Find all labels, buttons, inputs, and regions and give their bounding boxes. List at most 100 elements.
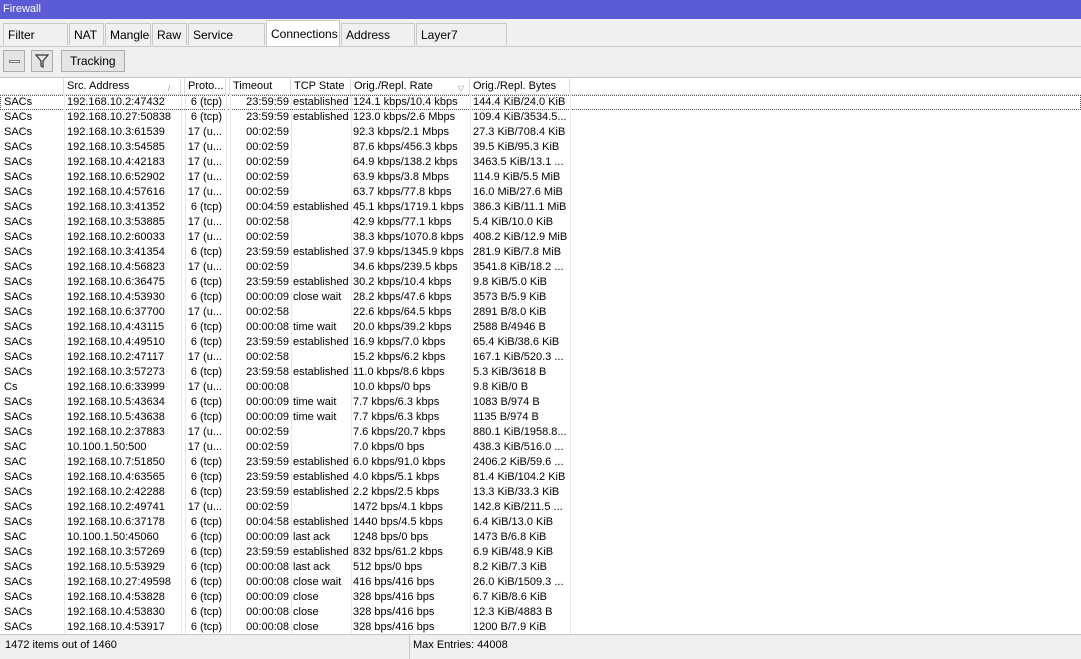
column-separator: [470, 425, 471, 440]
table-row[interactable]: SACs 192.168.10.2:60033 17 (u... 00:02:59 38…: [0, 230, 1081, 245]
column-separator: [64, 155, 65, 170]
filter-button[interactable]: [31, 50, 53, 72]
table-row[interactable]: SACs 192.168.10.3:57273 6 (tcp) 23:59:58 est…: [0, 365, 1081, 380]
table-row[interactable]: SACs 192.168.10.6:37178 6 (tcp) 00:04:58 est…: [0, 515, 1081, 530]
table-row[interactable]: SACs 192.168.10.2:49741 17 (u... 00:02:59 14…: [0, 500, 1081, 515]
column-separator: [226, 455, 227, 470]
cell-timeout: 00:02:59: [246, 186, 289, 198]
table-row[interactable]: SACs 192.168.10.4:42183 17 (u... 00:02:59 64…: [0, 155, 1081, 170]
tab-nat[interactable]: NAT: [69, 23, 104, 45]
column-separator: [470, 560, 471, 575]
table-row[interactable]: SACs 192.168.10.6:36475 6 (tcp) 23:59:59 est…: [0, 275, 1081, 290]
table-row[interactable]: SACs 192.168.10.5:43638 6 (tcp) 00:00:09 tim…: [0, 410, 1081, 425]
table-row[interactable]: SACs 192.168.10.4:63565 6 (tcp) 23:59:59 est…: [0, 470, 1081, 485]
table-row[interactable]: SACs 192.168.10.3:57269 6 (tcp) 23:59:59 est…: [0, 545, 1081, 560]
table-row[interactable]: SACs 192.168.10.4:53830 6 (tcp) 00:00:08 clo…: [0, 605, 1081, 620]
cell-bytes: 6.4 KiB/13.0 KiB: [473, 516, 554, 528]
table-row[interactable]: SACs 192.168.10.4:56823 17 (u... 00:02:59 34…: [0, 260, 1081, 275]
column-separator: [351, 200, 352, 215]
column-separator: [181, 470, 182, 485]
tab-layer7-protocols[interactable]: Layer7 Protocols: [416, 23, 507, 64]
table-row[interactable]: SACs 192.168.10.4:53917 6 (tcp) 00:00:08 clo…: [0, 620, 1081, 634]
cell-rate: 16.9 kbps/7.0 kbps: [353, 336, 446, 348]
table-row[interactable]: SACs 192.168.10.2:42288 6 (tcp) 23:59:59 est…: [0, 485, 1081, 500]
table-row[interactable]: SACs 192.168.10.5:53929 6 (tcp) 00:00:08 las…: [0, 560, 1081, 575]
cell-comment: SACs: [4, 621, 33, 633]
column-header-rate[interactable]: Orig./Repl. Rate ▽: [351, 78, 470, 94]
column-separator: [181, 380, 182, 395]
column-separator: [226, 110, 227, 125]
toolbar: Tracking: [0, 47, 1081, 78]
cell-state: [293, 380, 351, 395]
table-row[interactable]: SACs 192.168.10.3:41354 6 (tcp) 23:59:59 est…: [0, 245, 1081, 260]
table-row[interactable]: SAC 10.100.1.50:45060 6 (tcp) 00:00:09 last …: [0, 530, 1081, 545]
tab-mangle[interactable]: Mangle: [105, 23, 151, 45]
table-row[interactable]: SACs 192.168.10.2:37883 17 (u... 00:02:59 7.…: [0, 425, 1081, 440]
table-row[interactable]: SACs 192.168.10.2:47432 6 (tcp) 23:59:59 est…: [0, 95, 1081, 110]
tab-address-lists[interactable]: Address Lists: [341, 23, 415, 64]
cell-state: established: [293, 471, 349, 483]
column-separator: [470, 515, 471, 530]
column-separator: [351, 230, 352, 245]
cell-proto: 6 (tcp): [190, 366, 222, 378]
table-row[interactable]: SAC 10.100.1.50:500 17 (u... 00:02:59 7.0 kb…: [0, 440, 1081, 455]
table-row[interactable]: SACs 192.168.10.6:52902 17 (u... 00:02:59 63…: [0, 170, 1081, 185]
column-separator: [226, 545, 227, 560]
table-row[interactable]: SAC 192.168.10.7:51850 6 (tcp) 23:59:59 esta…: [0, 455, 1081, 470]
table-row[interactable]: SACs 192.168.10.4:53828 6 (tcp) 00:00:09 clo…: [0, 590, 1081, 605]
table-row[interactable]: SACs 192.168.10.3:61539 17 (u... 00:02:59 92…: [0, 125, 1081, 140]
cell-bytes: 1473 B/6.8 KiB: [473, 531, 547, 543]
column-separator: [291, 365, 292, 380]
table-row[interactable]: SACs 192.168.10.6:37700 17 (u... 00:02:58 22…: [0, 305, 1081, 320]
column-header-bytes[interactable]: Orig./Repl. Bytes: [470, 78, 570, 94]
tab-connections[interactable]: Connections: [266, 20, 340, 46]
column-separator: [181, 320, 182, 335]
table-row[interactable]: Cs 192.168.10.6:33999 17 (u... 00:00:08 10.0…: [0, 380, 1081, 395]
table-row[interactable]: SACs 192.168.10.2:47117 17 (u... 00:02:58 15…: [0, 350, 1081, 365]
column-separator: [351, 245, 352, 260]
table-row[interactable]: SACs 192.168.10.27:50838 6 (tcp) 23:59:59 es…: [0, 110, 1081, 125]
column-separator: [291, 215, 292, 230]
cell-comment: Cs: [4, 381, 18, 393]
tab-filter-rules[interactable]: Filter Rules: [3, 23, 68, 64]
column-header-tcp-state[interactable]: TCP State: [291, 78, 351, 94]
table-row[interactable]: SACs 192.168.10.3:54585 17 (u... 00:02:59 87…: [0, 140, 1081, 155]
table-row[interactable]: SACs 192.168.10.4:49510 6 (tcp) 23:59:59 est…: [0, 335, 1081, 350]
column-separator: [570, 395, 571, 410]
column-separator: [181, 125, 182, 140]
cell-proto: 6 (tcp): [190, 591, 222, 603]
column-separator: [570, 530, 571, 545]
tracking-button[interactable]: Tracking: [61, 50, 125, 72]
column-separator: [226, 485, 227, 500]
column-separator: [64, 590, 65, 605]
table-row[interactable]: SACs 192.168.10.27:49598 6 (tcp) 00:00:08 cl…: [0, 575, 1081, 590]
cell-proto: 6 (tcp): [190, 246, 222, 258]
cell-comment: SACs: [4, 276, 33, 288]
table-row[interactable]: SACs 192.168.10.3:41352 6 (tcp) 00:04:59 est…: [0, 200, 1081, 215]
cell-bytes: 16.0 MiB/27.6 MiB: [473, 186, 563, 198]
column-separator: [351, 320, 352, 335]
table-row[interactable]: SACs 192.168.10.4:57616 17 (u... 00:02:59 63…: [0, 185, 1081, 200]
cell-comment: SACs: [4, 186, 33, 198]
table-row[interactable]: SACs 192.168.10.3:53885 17 (u... 00:02:58 42…: [0, 215, 1081, 230]
cell-src: 192.168.10.2:60033: [67, 231, 165, 243]
tab-raw[interactable]: Raw: [152, 23, 187, 45]
table-row[interactable]: SACs 192.168.10.5:43634 6 (tcp) 00:00:09 tim…: [0, 395, 1081, 410]
tab-service-ports[interactable]: Service Ports: [188, 23, 265, 64]
column-separator: [291, 545, 292, 560]
column-separator: [181, 485, 182, 500]
remove-button[interactable]: [3, 50, 25, 72]
column-separator: [570, 95, 571, 110]
column-separator: [570, 620, 571, 634]
column-header-protocol[interactable]: Proto...: [185, 78, 226, 94]
table-row[interactable]: SACs 192.168.10.4:43115 6 (tcp) 00:00:08 tim…: [0, 320, 1081, 335]
cell-src: 192.168.10.2:47117: [67, 351, 165, 363]
column-header-comment[interactable]: [0, 78, 64, 94]
column-separator: [64, 125, 65, 140]
column-header-src-address[interactable]: Src. Address /: [64, 78, 181, 94]
cell-proto: 6 (tcp): [190, 546, 222, 558]
cell-comment: SACs: [4, 291, 33, 303]
column-separator: [291, 110, 292, 125]
table-row[interactable]: SACs 192.168.10.4:53930 6 (tcp) 00:00:09 clo…: [0, 290, 1081, 305]
column-header-timeout[interactable]: Timeout: [230, 78, 291, 94]
